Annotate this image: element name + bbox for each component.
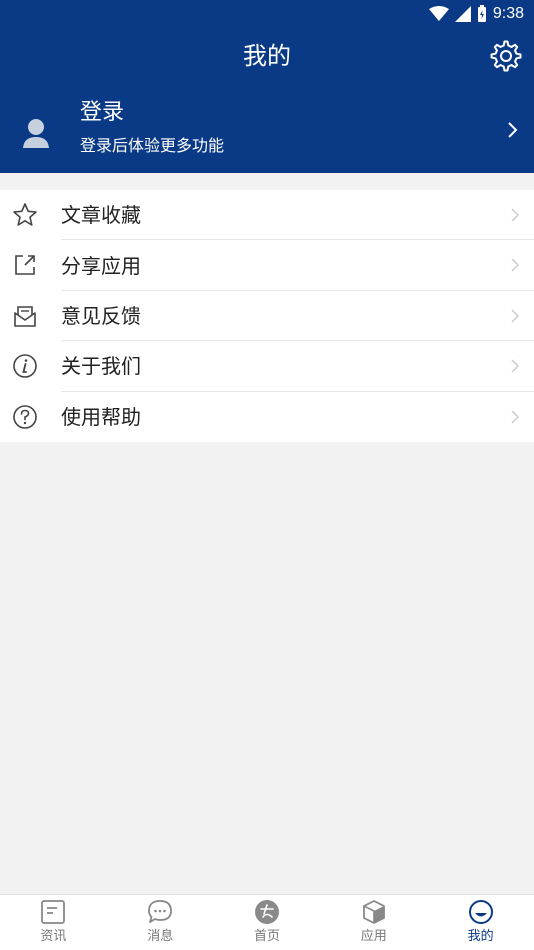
home-icon xyxy=(254,900,279,924)
chevron-right-icon xyxy=(511,309,520,323)
page-title: 我的 xyxy=(243,42,291,70)
menu-item-favorites[interactable]: 文章收藏 xyxy=(0,190,534,241)
chevron-right-icon xyxy=(511,208,520,222)
signal-icon xyxy=(454,6,471,22)
chevron-right-icon xyxy=(511,410,520,424)
news-icon xyxy=(41,900,66,924)
login-subtitle: 登录后体验更多功能 xyxy=(80,136,225,155)
tab-label: 应用 xyxy=(360,929,387,944)
settings-button[interactable] xyxy=(490,40,522,72)
menu-list: 文章收藏 分享应用 意见反馈 关于我们 使用帮助 xyxy=(0,190,534,442)
chevron-right-icon xyxy=(511,359,520,373)
message-icon xyxy=(148,900,173,923)
chevron-right-icon xyxy=(508,122,518,138)
gear-icon xyxy=(490,40,522,72)
status-bar: 9:38 xyxy=(0,0,534,28)
menu-item-label: 分享应用 xyxy=(61,253,141,278)
menu-item-label: 意见反馈 xyxy=(61,303,141,328)
star-icon xyxy=(13,203,37,226)
user-avatar-icon xyxy=(23,119,49,148)
share-icon xyxy=(15,255,35,276)
help-icon xyxy=(13,404,37,429)
login-title: 登录 xyxy=(80,100,125,125)
tab-apps[interactable]: 应用 xyxy=(320,895,427,950)
mine-icon xyxy=(468,900,493,924)
tab-label: 消息 xyxy=(147,929,174,944)
tab-messages[interactable]: 消息 xyxy=(107,895,214,950)
menu-item-label: 关于我们 xyxy=(61,354,141,379)
menu-item-share[interactable]: 分享应用 xyxy=(0,240,534,291)
status-time: 9:38 xyxy=(492,5,524,22)
tab-label: 资讯 xyxy=(40,929,67,944)
chevron-right-icon xyxy=(511,258,520,272)
menu-item-label: 使用帮助 xyxy=(61,404,141,429)
menu-item-help[interactable]: 使用帮助 xyxy=(0,392,534,442)
bottom-tab-bar: 资讯 消息 首页 应用 我的 xyxy=(0,894,534,950)
menu-item-feedback[interactable]: 意见反馈 xyxy=(0,291,534,342)
apps-icon xyxy=(362,900,385,924)
tab-label: 首页 xyxy=(253,929,280,944)
battery-icon xyxy=(477,5,486,22)
avatar xyxy=(16,112,56,152)
tab-mine[interactable]: 我的 xyxy=(427,895,534,950)
login-profile-row[interactable]: 登录 登录后体验更多功能 xyxy=(0,92,534,168)
feedback-icon xyxy=(14,305,36,327)
info-icon xyxy=(13,354,37,378)
wifi-icon xyxy=(428,6,449,21)
tab-label: 我的 xyxy=(467,929,494,944)
menu-item-about[interactable]: 关于我们 xyxy=(0,341,534,392)
tab-news[interactable]: 资讯 xyxy=(0,895,107,950)
menu-item-label: 文章收藏 xyxy=(61,203,141,228)
header: 我的 登录 登录后体验更多功能 xyxy=(0,28,534,173)
tab-home[interactable]: 首页 xyxy=(214,895,321,950)
